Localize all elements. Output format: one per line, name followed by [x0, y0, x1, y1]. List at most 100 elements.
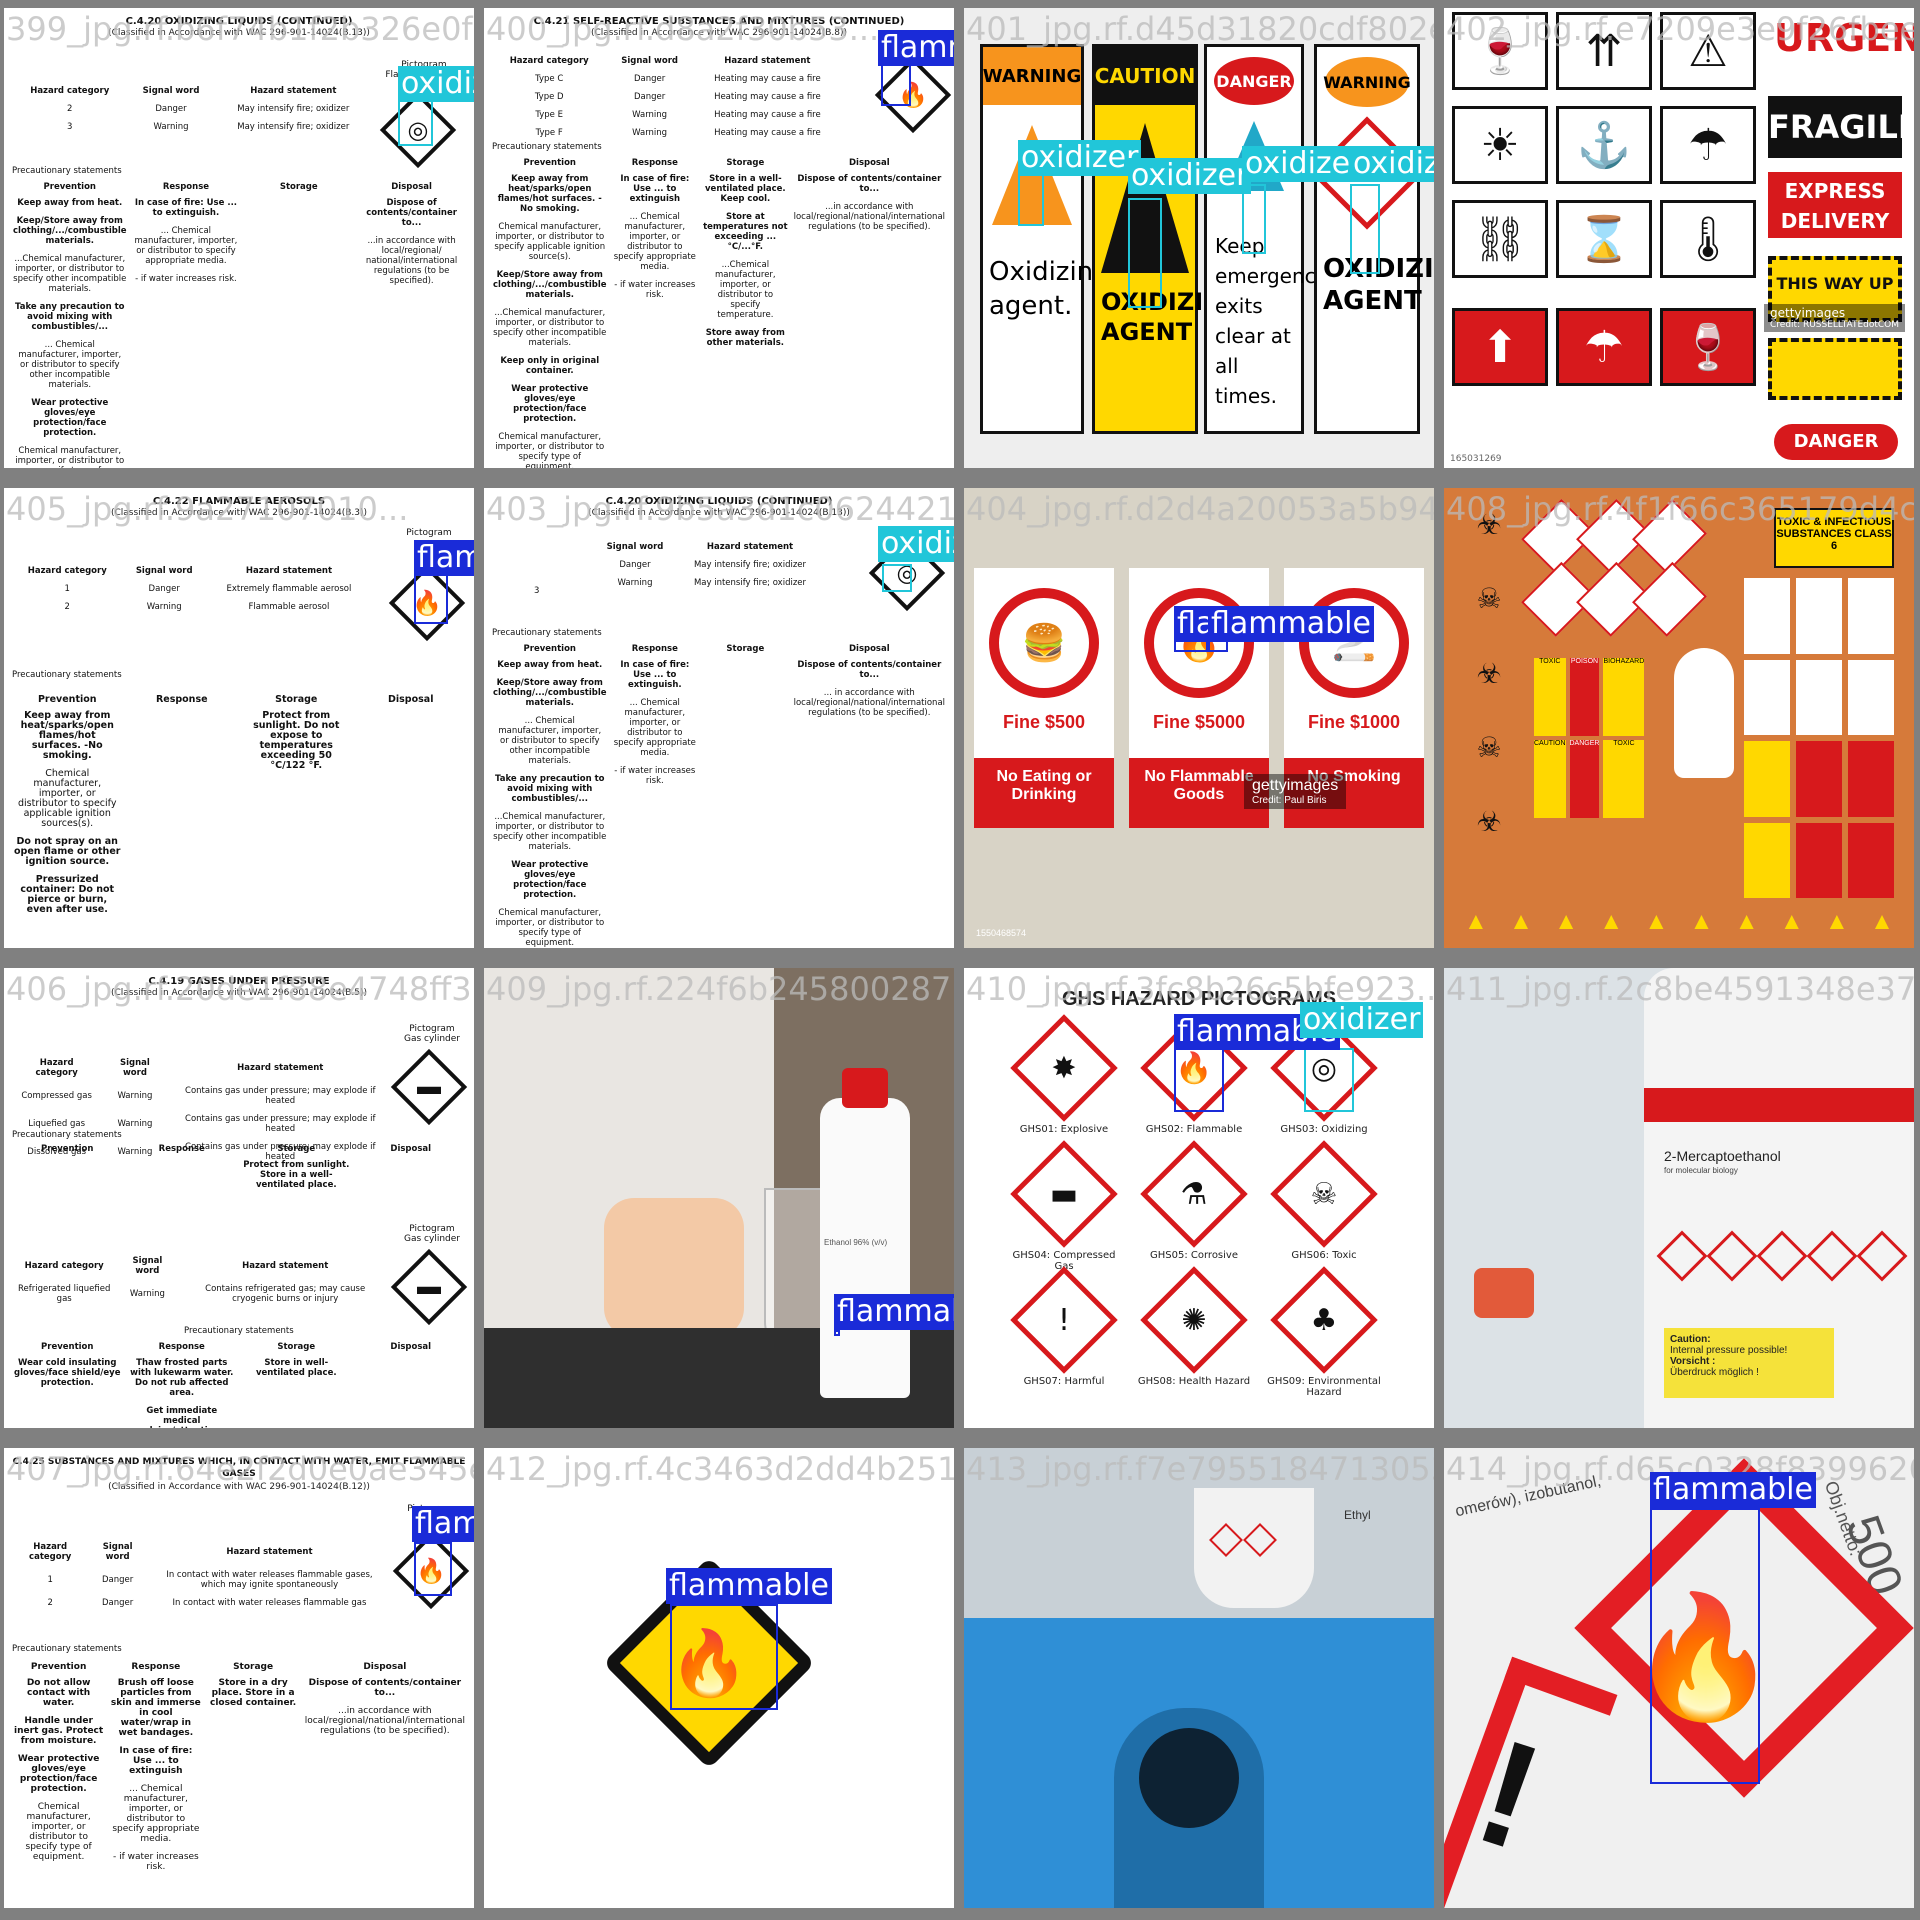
oxidizer-label: oxidizer: [1300, 1002, 1424, 1038]
pictogram-glyph: !: [1057, 1302, 1071, 1338]
storage-column: Storage Protect from sunlight. Do not exp…: [239, 694, 354, 923]
prevention-column: Prevention Wear cold insulating gloves/fa…: [10, 1342, 125, 1428]
tile-yellow-flame-sign: 412_jpg.rf.4c3463d2dd4b251b... 🔥 flammab…: [484, 1448, 954, 1908]
col-heading: Prevention: [523, 644, 576, 654]
oxidizer-label: oxidizer: [398, 66, 474, 102]
ghs-cell: ✸ GHS01: Explosive: [1004, 1014, 1124, 1135]
col-heading: Storage: [726, 158, 765, 168]
disposal-column: Disposal Dispose of contents/container to…: [791, 644, 948, 948]
table-cell: Heating may cause a fire: [714, 110, 821, 120]
label-grid: [1744, 578, 1894, 898]
storage-column: Storage Store in a dry place. Store in a …: [204, 1662, 301, 1880]
warning-triangle-icon: ▲: [1464, 908, 1488, 935]
pictogram-subtitle: Gas cylinder: [404, 1034, 460, 1044]
table-cell: Extremely flammable aerosol: [226, 584, 352, 594]
toxic-icon: ☠: [1476, 583, 1502, 615]
pictogram-glyph: ⚗: [1180, 1176, 1208, 1212]
col-heading: Disposal: [363, 1662, 407, 1672]
biohazard-icon: ☣: [1476, 657, 1502, 689]
table-cell: Danger: [148, 584, 180, 594]
hazmat-person-illustration: [1674, 648, 1734, 778]
table-header: Hazard category: [35, 1058, 78, 1078]
label-card: [1744, 578, 1790, 654]
bottle-label: Ethanol 96% (v/v): [824, 1238, 888, 1247]
gas-cylinder-icon: ▬: [390, 1048, 468, 1126]
statement: Store at temperatures not exceeding ...°…: [703, 212, 788, 252]
tile-toxic-infectious-poster: 408_jpg.rf.4f1f66c365179d4c... ☣ ☠ ☣ ☠ ☣ TOX…: [1444, 488, 1914, 948]
disposal-column: Disposal: [354, 1342, 469, 1428]
caution-sticker: Caution: Internal pressure possible! Vor…: [1664, 1328, 1834, 1398]
table-header: Signal word: [606, 542, 664, 552]
statement: Dispose of contents/container to...: [366, 198, 457, 228]
precaution-label: Precautionary statements: [12, 166, 122, 176]
skull-icon: [1756, 1230, 1808, 1282]
ghs-label: GHS07: Harmful: [1023, 1376, 1105, 1387]
table-cell: Contains gas under pressure; may explode…: [185, 1114, 376, 1134]
doc-subtitle: (Classified in Accordance with WAC 296-9…: [110, 508, 368, 518]
ghs-label: GHS06: Toxic: [1291, 1250, 1357, 1261]
pictogram-label: Pictogram: [406, 528, 452, 538]
skull-icon: ☠: [1270, 1140, 1378, 1248]
red-equipment: [1474, 1268, 1534, 1318]
statement: Take any precaution to avoid mixing with…: [495, 774, 605, 804]
sign-header: DANGER: [1214, 57, 1294, 105]
table-cell: Heating may cause a fire: [714, 128, 821, 138]
precaution-columns: Prevention Keep away from heat/sparks/ope…: [490, 158, 948, 468]
storage-column: Storage Store in a well-ventilated place.…: [700, 158, 791, 468]
warning-triangle-icon: ▲: [1870, 908, 1894, 935]
bottle-text: Ethyl: [1344, 1508, 1371, 1522]
statement: ...in accordance with local/regional/nat…: [304, 1706, 466, 1736]
watermark-brand: gettyimages: [1770, 306, 1846, 320]
flammable-bbox: [670, 1604, 778, 1710]
table-header: Hazard statement: [242, 1261, 329, 1271]
precaution-columns: Prevention Keep away from heat. Keep/Store…: [490, 644, 948, 948]
response-column: Response: [125, 1144, 240, 1198]
col-heading: Prevention: [41, 1342, 94, 1352]
response-column: Response In case of fire: Use ... to exti…: [130, 182, 243, 468]
col-heading: Storage: [277, 1144, 316, 1154]
container-opening: [1139, 1728, 1239, 1828]
sign-fine: Fine $5000: [1152, 712, 1246, 732]
chain-icon: ⛓: [1452, 200, 1548, 278]
hand: [604, 1198, 744, 1338]
health-hazard-icon: ✺: [1140, 1266, 1248, 1374]
tile-oxidizing-signs-photo: 401_jpg.rf.d45d31820cdf802e5708... WARNI…: [964, 8, 1434, 468]
table-cell: Flammable aerosol: [248, 602, 330, 612]
disposal-column: Disposal Dispose of contents/container to…: [302, 1662, 468, 1880]
watermark-brand: gettyimages: [1252, 777, 1339, 794]
statement: In case of fire: Use ... to extinguish: [119, 1746, 193, 1776]
storage-column: Storage Store in well-ventilated place.: [239, 1342, 354, 1428]
col-heading: Prevention: [30, 1662, 87, 1672]
statement: Chemical manufacturer, importer, or dist…: [25, 1802, 92, 1862]
table-cell: 1: [47, 1575, 53, 1585]
statement: ... in accordance with local/regional/na…: [793, 688, 946, 718]
statement: Keep/Store away from clothing/.../combus…: [493, 678, 607, 708]
precaution-label: Precautionary statements: [492, 628, 602, 638]
tile-flammable-label-closeup: 414_jpg.rf.d65c0328f8399626... omerów), …: [1444, 1448, 1914, 1908]
sign-body: Oxidizing agent.: [989, 257, 1110, 321]
oxidizer-label: oxidizer: [878, 526, 954, 562]
col-heading: Prevention: [37, 694, 97, 705]
statement: Dispose of contents/container to...: [797, 174, 942, 194]
hazard-table: Hazard category Signal word Hazard stateme…: [12, 82, 372, 136]
warning-triangle-icon: ▲: [1509, 908, 1533, 935]
hazard-table-2: Hazard category Signal word Hazard stateme…: [12, 1252, 392, 1308]
flammable-label: flammable: [666, 1568, 832, 1604]
product-name: 2-Mercaptoethanol: [1664, 1148, 1781, 1164]
label-text: omerów), izobutanol,: [1453, 1472, 1603, 1521]
tag-label: POISON: [1569, 658, 1600, 736]
statement: Thaw frosted parts with lukewarm water. …: [130, 1358, 234, 1398]
hazard-symbol-column: ☣ ☠ ☣ ☠ ☣: [1454, 508, 1524, 838]
ghs-cell: ✺ GHS08: Health Hazard: [1134, 1266, 1254, 1387]
doc-title: C.4.20 OXIDIZING LIQUIDS (CONTINUED): [125, 16, 353, 27]
statement: - if water increases risk.: [112, 1852, 199, 1872]
response-column: Response Thaw frosted parts with lukewarm…: [125, 1342, 240, 1428]
corrosion-icon: [1706, 1230, 1758, 1282]
table-cell: Type E: [535, 110, 563, 120]
precaution-columns: Prevention Response Storage Protect from …: [10, 1144, 468, 1198]
health-hazard-icon: [1806, 1230, 1858, 1282]
pictogram-label: Pictogram Gas cylinder: [394, 1224, 470, 1244]
table-cell: 2: [47, 1598, 53, 1608]
doc-subtitle: (Classified in Accordance with WAC 296-9…: [110, 988, 368, 998]
label-card: [1848, 578, 1894, 654]
